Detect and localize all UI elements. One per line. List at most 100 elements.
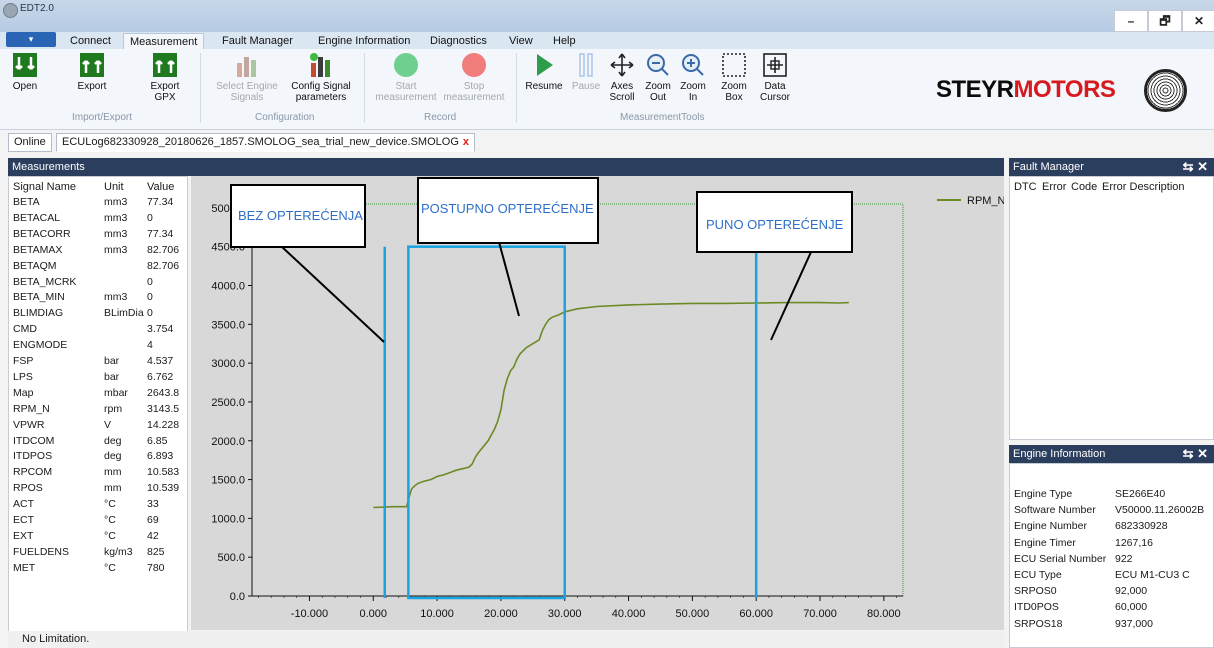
pin-icon[interactable]: ⇆: [1183, 446, 1194, 461]
resume-button[interactable]: Resume: [524, 51, 564, 92]
engine-info-row: Software Number V50000.11.26002B: [1010, 504, 1213, 520]
engine-info-title: Engine Information: [1013, 448, 1106, 460]
table-row[interactable]: BETA_MCRK 0: [9, 276, 187, 292]
export-button[interactable]: Export: [72, 51, 112, 92]
table-row[interactable]: BETACORR mm3 77.34: [9, 228, 187, 244]
tab-log-file[interactable]: ECULog682330928_20180626_1857.SMOLOG_sea…: [56, 133, 476, 152]
signal-value: 4.537: [147, 355, 174, 367]
zoom-out-button[interactable]: Zoom Out: [640, 51, 676, 103]
engine-info-key: Engine Timer: [1014, 536, 1076, 549]
signal-value: 6.893: [147, 450, 174, 463]
table-row[interactable]: RPM_N rpm 3143.5: [9, 403, 187, 419]
tab-online[interactable]: Online: [8, 133, 52, 152]
zoom-box-button[interactable]: Zoom Box: [716, 51, 752, 103]
table-row[interactable]: RPCOM mm 10.583: [9, 466, 187, 482]
signal-value: 69: [147, 514, 159, 526]
steyr-motors-logo: STEYRMOTORS: [936, 76, 1116, 103]
y-tick-label: 1500.0: [211, 475, 245, 487]
ribbon-separator: [516, 53, 517, 123]
config-signal-parameters-button[interactable]: Config Signal parameters: [286, 51, 356, 103]
table-row[interactable]: FSP bar 4.537: [9, 355, 187, 371]
ribbon-separator: [200, 53, 201, 123]
export-gpx-icon: [150, 51, 180, 79]
table-row[interactable]: BETA mm3 77.34: [9, 196, 187, 212]
table-row[interactable]: MET °C 780: [9, 562, 187, 578]
tab-view[interactable]: View: [509, 33, 533, 49]
select-engine-signals-button[interactable]: Select Engine Signals: [210, 51, 284, 103]
table-row[interactable]: CMD 3.754: [9, 323, 187, 339]
start-measurement-button[interactable]: Start measurement: [368, 51, 444, 103]
close-tab-icon[interactable]: x: [463, 136, 469, 148]
table-row[interactable]: BETA_MIN mm3 0: [9, 291, 187, 307]
open-button[interactable]: Open: [8, 51, 42, 92]
table-row[interactable]: ECT °C 69: [9, 514, 187, 530]
x-tick-label: 50.000: [676, 608, 710, 620]
table-row[interactable]: ENGMODE 4: [9, 339, 187, 355]
table-row[interactable]: ITDPOS deg 6.893: [9, 450, 187, 466]
legend-label-rpm: RPM_N: [967, 195, 1004, 207]
maximize-button[interactable]: 🗗: [1148, 10, 1182, 32]
tab-diagnostics[interactable]: Diagnostics: [430, 33, 487, 49]
engine-info-value: 92,000: [1115, 585, 1148, 598]
signal-value: 6.85: [147, 434, 168, 447]
x-tick-label: 0.000: [359, 608, 387, 620]
col-code: Code: [1071, 181, 1098, 193]
status-bar: No Limitation.: [8, 631, 1004, 648]
tab-fault-manager[interactable]: Fault Manager: [222, 33, 293, 49]
export-icon: [77, 51, 107, 79]
table-row[interactable]: Map mbar 2643.8: [9, 387, 187, 403]
table-row[interactable]: LPS bar 6.762: [9, 371, 187, 387]
signal-unit: mm3: [104, 196, 128, 208]
table-row[interactable]: BETACAL mm3 0: [9, 212, 187, 228]
signal-name: ACT: [13, 498, 34, 511]
close-panel-icon[interactable]: ✕: [1197, 159, 1208, 174]
engine-info-key: SRPOS18: [1014, 617, 1063, 630]
tab-connect[interactable]: Connect: [70, 33, 111, 49]
table-row[interactable]: FUELDENS kg/m3 825: [9, 546, 187, 562]
signal-value: 3.754: [147, 323, 174, 336]
tab-measurement[interactable]: Measurement: [123, 33, 205, 50]
zoom-in-button[interactable]: Zoom In: [676, 51, 710, 103]
pause-button[interactable]: Pause: [570, 51, 602, 92]
table-row[interactable]: BETAQM 82.706: [9, 260, 187, 276]
signal-value: 4: [147, 339, 153, 352]
signal-value: 77.34: [147, 227, 174, 240]
signal-name: ITDPOS: [13, 450, 53, 463]
close-panel-icon[interactable]: ✕: [1197, 446, 1208, 461]
table-row[interactable]: RPOS mm 10.539: [9, 482, 187, 498]
stop-measurement-button[interactable]: Stop measurement: [436, 51, 512, 103]
col-value: Value: [147, 181, 175, 193]
close-button[interactable]: ✕: [1182, 10, 1214, 32]
minimize-button[interactable]: –: [1114, 10, 1148, 32]
zoom-in-icon: [678, 51, 708, 79]
export-gpx-button[interactable]: Export GPX: [140, 51, 190, 103]
app-menu-button[interactable]: ▾: [6, 32, 56, 47]
table-row[interactable]: VPWR V 14.228: [9, 419, 187, 435]
signal-name: RPM_N: [13, 402, 50, 415]
table-row[interactable]: ACT °C 33: [9, 498, 187, 514]
engine-info-row: Engine Timer 1267,16: [1010, 537, 1213, 553]
y-tick-label: 3000.0: [211, 358, 245, 370]
engine-info-key: Engine Number: [1014, 520, 1087, 533]
engine-info-value: ECU M1-CU3 C: [1115, 569, 1190, 581]
tab-engine-information[interactable]: Engine Information: [318, 33, 410, 49]
table-row[interactable]: EXT °C 42: [9, 530, 187, 546]
signal-name: RPOS: [13, 482, 43, 495]
signal-name: RPCOM: [13, 466, 53, 479]
table-row[interactable]: ITDCOM deg 6.85: [9, 435, 187, 451]
data-cursor-button[interactable]: Data Cursor: [756, 51, 794, 103]
table-row[interactable]: BLIMDIAG BLimDia 0: [9, 307, 187, 323]
x-tick-label: -10.000: [291, 608, 328, 620]
signal-name: FSP: [13, 355, 34, 367]
signal-unit: rpm: [104, 402, 123, 415]
engine-info-key: ITD0POS: [1014, 601, 1059, 614]
tab-help[interactable]: Help: [553, 33, 576, 49]
signal-unit: BLimDia: [104, 307, 144, 320]
signal-unit: mm: [104, 482, 122, 495]
axes-scroll-button[interactable]: Axes Scroll: [606, 51, 638, 103]
signal-unit: °C: [104, 514, 116, 526]
pin-icon[interactable]: ⇆: [1183, 159, 1194, 174]
rpm-chart[interactable]: 0.0 500.0 1000.0 1500.0 2000.0 2500.0 3000.0 35…: [191, 176, 1006, 630]
table-row[interactable]: BETAMAX mm3 82.706: [9, 244, 187, 260]
ribbon-separator: [364, 53, 365, 123]
